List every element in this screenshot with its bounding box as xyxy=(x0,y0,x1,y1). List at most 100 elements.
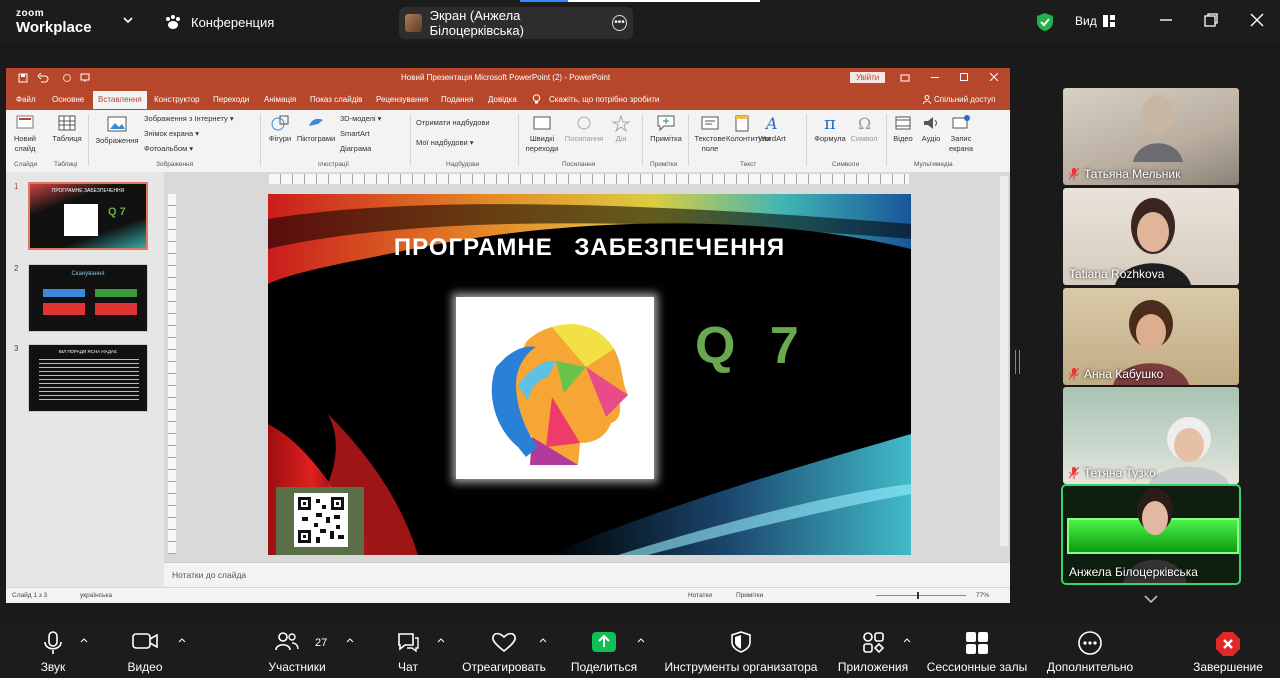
audio-insert-button[interactable]: Аудіо xyxy=(916,114,946,144)
participant-tile[interactable]: Татьяна Мельник xyxy=(1063,88,1239,185)
current-slide[interactable]: ПРОГРАМНЕ ЗАБЕЗПЕЧЕННЯ Q 7 xyxy=(268,194,911,555)
undo-icon[interactable] xyxy=(37,73,49,83)
screenshot-button[interactable]: Знімок екрана ▾ xyxy=(144,129,199,139)
table-label: Таблиця xyxy=(52,134,82,143)
video-button[interactable]: Видео xyxy=(120,621,170,678)
shapes-button[interactable]: Фігури xyxy=(264,114,296,144)
share-button[interactable]: Спільний доступ xyxy=(934,95,996,104)
participant-tile[interactable]: Анна Кабушко xyxy=(1063,288,1239,385)
new-slide-button[interactable]: Новий слайд xyxy=(10,114,40,154)
participants-button[interactable]: Участники xyxy=(262,621,332,678)
photo-album-button[interactable]: Фотоальбом ▾ xyxy=(144,144,193,154)
redo-icon[interactable] xyxy=(62,73,72,83)
react-button[interactable]: Отреагировать xyxy=(458,621,550,678)
security-shield-icon[interactable] xyxy=(1036,12,1054,32)
notes-pane[interactable]: Нотатки до слайда xyxy=(164,562,1010,588)
sign-in-button[interactable]: Увійти xyxy=(850,72,886,83)
audio-insert-label: Аудіо xyxy=(921,134,941,143)
participant-tile[interactable]: Тетяна Тузко xyxy=(1063,387,1239,484)
slide-thumbnail-1[interactable]: ПРОГРАМНЕ ЗАБЕЗПЕЧЕННЯ Q 7 xyxy=(28,182,148,250)
equation-button[interactable]: π Формула xyxy=(810,114,850,144)
view-menu[interactable]: Вид xyxy=(1075,14,1115,28)
notes-toggle[interactable]: Нотатки xyxy=(688,592,712,599)
panel-splitter[interactable] xyxy=(1015,350,1020,374)
share-options-caret-icon[interactable] xyxy=(637,637,645,643)
save-icon[interactable] xyxy=(18,73,28,83)
apps-button[interactable]: Приложения xyxy=(834,621,912,678)
close-icon[interactable] xyxy=(1249,12,1265,28)
audio-options-caret-icon[interactable] xyxy=(80,637,88,643)
chevron-down-icon[interactable] xyxy=(122,14,134,26)
chevron-down-icon[interactable] xyxy=(1143,594,1159,604)
tab-design[interactable]: Конструктор xyxy=(154,95,200,104)
more-button[interactable]: Дополнительно xyxy=(1042,621,1138,678)
thumb-2-block-c xyxy=(43,303,85,315)
language-indicator[interactable]: українська xyxy=(80,592,112,599)
slide-thumbnail-3[interactable]: ВІЛ ПОРАДИ ЯСНА НАДАЄ xyxy=(28,344,148,412)
host-tools-button[interactable]: Инструменты организатора xyxy=(660,621,822,678)
group-links: Посилання xyxy=(562,161,596,168)
table-button[interactable]: Таблиця xyxy=(50,114,84,144)
ppt-minimize-icon[interactable] xyxy=(931,77,939,79)
ppt-close-icon[interactable] xyxy=(990,73,998,81)
zoom-level[interactable]: 77% xyxy=(976,592,989,599)
chat-options-caret-icon[interactable] xyxy=(437,637,445,643)
end-meeting-button[interactable]: Завершение xyxy=(1188,621,1268,678)
tell-me-box[interactable]: Скажіть, що потрібно зробити xyxy=(549,95,659,104)
textbox-button[interactable]: Текстове поле xyxy=(692,114,728,154)
slide-thumbnail-2[interactable]: Сканування xyxy=(28,264,148,332)
tab-file[interactable]: Файл xyxy=(16,95,36,104)
screen-recording-button[interactable]: Запис екрана xyxy=(944,114,978,154)
share-screen-button[interactable]: Поделиться xyxy=(566,621,642,678)
tab-animations[interactable]: Анімація xyxy=(264,95,296,104)
more-options-icon[interactable]: ••• xyxy=(612,15,627,31)
comment-button[interactable]: Примітка xyxy=(646,114,686,144)
icons-button[interactable]: Піктограми xyxy=(296,114,336,144)
symbol-button[interactable]: Ω Символ xyxy=(846,114,882,144)
action-button[interactable]: Дія xyxy=(606,114,636,144)
ppt-restore-icon[interactable] xyxy=(960,73,968,81)
smartart-button[interactable]: SmartArt xyxy=(340,129,370,139)
vertical-scrollbar[interactable] xyxy=(1000,176,1008,546)
audio-button[interactable]: Звук xyxy=(30,621,76,678)
tab-home[interactable]: Основне xyxy=(52,95,84,104)
tab-help[interactable]: Довідка xyxy=(488,95,517,104)
tab-insert[interactable]: Вставлення xyxy=(93,91,147,109)
screen-share-pill[interactable]: Экран (Анжела Білоцерківська) ••• xyxy=(399,7,633,39)
video-options-caret-icon[interactable] xyxy=(178,637,186,643)
chat-button[interactable]: Чат xyxy=(386,621,430,678)
3d-models-button[interactable]: 3D-моделі ▾ xyxy=(340,114,381,124)
meeting-info[interactable]: Конференция xyxy=(164,14,274,30)
tab-slideshow[interactable]: Показ слайдів xyxy=(310,95,362,104)
wordart-button[interactable]: A WordArt xyxy=(756,114,788,144)
react-options-caret-icon[interactable] xyxy=(539,637,547,643)
tab-review[interactable]: Рецензування xyxy=(376,95,428,104)
chart-button[interactable]: Діаграма xyxy=(340,144,371,154)
link-button[interactable]: Посилання xyxy=(564,114,604,144)
ribbon-options-icon[interactable] xyxy=(900,73,910,83)
my-addins-button[interactable]: Мої надбудови ▾ xyxy=(416,138,474,148)
zoom-slider-thumb[interactable] xyxy=(917,592,919,599)
restore-icon[interactable] xyxy=(1203,12,1219,28)
participant-tile-active-speaker[interactable]: Анжела Білоцерківська xyxy=(1061,484,1241,585)
get-addins-button[interactable]: Отримати надбудови xyxy=(416,118,490,128)
chat-bubble-icon xyxy=(398,633,419,653)
online-images-button[interactable]: Зображення з Інтернету ▾ xyxy=(144,114,234,124)
participant-tile[interactable]: Tatiana Rozhkova xyxy=(1063,188,1239,285)
tab-view[interactable]: Подання xyxy=(441,95,473,104)
comments-toggle[interactable]: Примітки xyxy=(736,592,763,599)
equation-label: Формула xyxy=(814,134,846,143)
video-insert-button[interactable]: Відео xyxy=(888,114,918,144)
quick-links-button[interactable]: Швидкі переходи xyxy=(522,114,562,154)
participants-options-caret-icon[interactable] xyxy=(346,637,354,643)
breakout-rooms-button[interactable]: Сессионные залы xyxy=(924,621,1030,678)
header-footer-button[interactable]: Колонтитули xyxy=(726,114,770,144)
textbox-label: Текстове поле xyxy=(694,134,726,153)
images-button[interactable]: Зображення xyxy=(92,114,142,146)
minimize-icon[interactable] xyxy=(1158,12,1174,28)
zoom-slider[interactable] xyxy=(876,595,966,596)
apps-options-caret-icon[interactable] xyxy=(903,637,911,643)
head-illustration xyxy=(456,297,654,479)
tab-transitions[interactable]: Переходи xyxy=(213,95,249,104)
presenter-icon[interactable] xyxy=(80,73,90,83)
